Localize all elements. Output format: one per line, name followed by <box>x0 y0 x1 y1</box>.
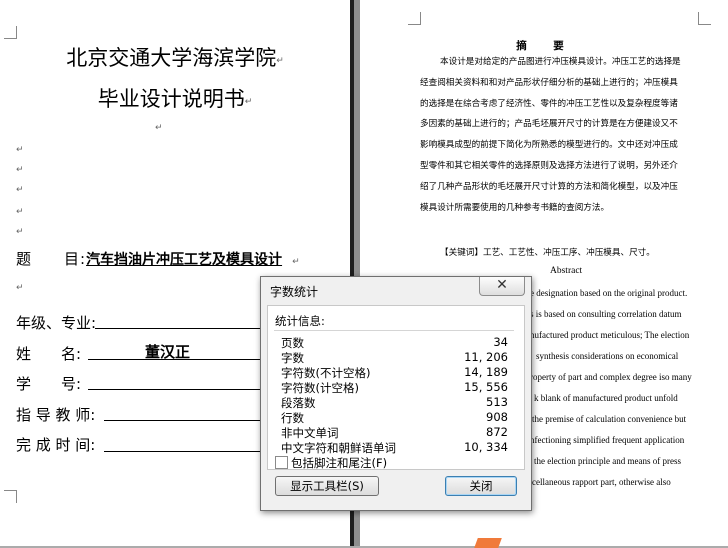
abstract-line: 的选择是在综合考虑了经济性、零件的冲压工艺性以及复杂程度等诸 <box>420 98 678 109</box>
paragraph-mark: ↵ <box>16 207 24 217</box>
statistics-panel: 统计信息: 页数 34 字数 11, 206 字符数(不计空格) 14, 189… <box>267 305 525 470</box>
crop-mark <box>698 12 711 25</box>
completion-underline[interactable] <box>104 451 265 452</box>
abstract-line: 经查阅相关资料和和对产品形状仔细分析的基础上进行的；冲压模具 <box>420 77 678 88</box>
include-footnotes-checkbox[interactable] <box>275 456 288 469</box>
stat-value-non-chinese-words: 872 <box>486 425 508 439</box>
english-line: roperty of part and complex degree iso m… <box>530 372 692 382</box>
paragraph-mark: ↵ <box>16 283 24 293</box>
abstract-line: 模具设计所需要使用的几种参考书籍的查阅方法。 <box>420 202 610 213</box>
statistics-section-label: 统计信息: <box>275 314 325 328</box>
name-underline <box>88 359 265 360</box>
word-count-dialog[interactable]: 字数统计 ✕ 统计信息: 页数 34 字数 11, 206 字符数(不计空格) … <box>260 276 532 511</box>
include-footnotes-label[interactable]: 包括脚注和尾注(F) <box>291 455 387 471</box>
english-line: e designation based on the original prod… <box>530 288 688 298</box>
english-abstract-heading: Abstract <box>550 266 583 276</box>
paragraph-mark: ↵ <box>16 165 24 175</box>
advisor-underline[interactable] <box>104 420 265 421</box>
topic-label: 题 目: <box>16 250 87 268</box>
english-line: the election principle and means of pres… <box>534 456 681 466</box>
stat-label-pages: 页数 <box>281 336 304 350</box>
abstract-line: 绍了几种产品形状的毛坯展开尺寸计算的方法和简化模型，以及冲压 <box>420 181 678 192</box>
paragraph-mark: ↵ <box>16 145 24 155</box>
stat-label-chars-with-spaces: 字符数(计空格) <box>281 381 359 395</box>
stat-value-words: 11, 206 <box>464 350 508 364</box>
name-label: 姓 名: <box>16 345 82 363</box>
english-line: synthesis considerations on economical <box>536 351 679 361</box>
taskbar-item <box>474 538 502 548</box>
dialog-close-icon[interactable]: ✕ <box>479 277 525 296</box>
title-line-1: 北京交通大学海滨学院↵ <box>66 46 284 70</box>
crop-mark <box>408 12 421 25</box>
stat-value-cjk-chars: 10, 334 <box>464 440 508 454</box>
paragraph-mark: ↵ <box>16 185 24 195</box>
abstract-line: 本设计是对给定的产品图进行冲压模具设计。冲压工艺的选择是 <box>440 57 681 67</box>
english-line: nufactured product meticulous; The elect… <box>530 330 690 340</box>
stat-label-paragraphs: 段落数 <box>281 396 316 410</box>
english-line: the premise of calculation convenience b… <box>532 414 687 424</box>
english-line: s is based on consulting correlation dat… <box>530 309 682 319</box>
stat-value-chars-with-spaces: 15, 556 <box>464 380 508 394</box>
paragraph-mark: ↵ <box>16 227 24 237</box>
english-line: k blank of manufactured product unfold <box>534 393 678 403</box>
paragraph-mark: ↵ <box>155 123 163 133</box>
english-line: nfectioning simplified frequent applicat… <box>530 435 685 445</box>
close-button[interactable]: 关闭 <box>445 476 517 496</box>
topic-value[interactable]: 汽车挡油片冲压工艺及模具设计 <box>86 252 282 268</box>
stat-label-chars-no-spaces: 字符数(不计空格) <box>281 366 371 380</box>
dialog-title: 字数统计 <box>270 285 319 299</box>
english-line: cellaneous rapport part, otherwise also <box>532 477 671 487</box>
section-divider <box>274 330 514 331</box>
advisor-label: 指 导 教 师: <box>16 406 96 424</box>
abstract-line: 多因素的基础上进行的；产品毛坯展开尺寸的计算是在方便建设又不 <box>420 119 678 130</box>
student-id-label: 学 号: <box>16 375 82 393</box>
abstract-body: 本设计是对给定的产品图进行冲压模具设计。冲压工艺的选择是 经查阅相关资料和和对产… <box>420 52 700 218</box>
topic-row: 题 目:汽车挡油片冲压工艺及模具设计 ↵ <box>16 250 300 268</box>
stat-label-lines: 行数 <box>281 411 304 425</box>
crop-mark <box>4 26 17 39</box>
crop-mark <box>4 490 17 503</box>
stat-value-lines: 908 <box>486 410 508 424</box>
abstract-heading: 摘 要 <box>516 40 572 52</box>
student-id-underline[interactable] <box>88 389 265 390</box>
completion-label: 完 成 时 间: <box>16 436 96 454</box>
keywords: 【关键词】工艺、工艺性、冲压工序、冲压模具、尺寸。 <box>440 248 655 258</box>
abstract-line: 型零件和其它相关零件的选择原则及选择方法进行了说明，另外还介 <box>420 160 678 171</box>
abstract-line: 影响模具成型的前提下简化为所熟悉的模型进行的。文中还对冲压成 <box>420 140 678 151</box>
show-toolbar-button[interactable]: 显示工具栏(S) <box>275 476 379 496</box>
stat-label-words: 字数 <box>281 351 304 365</box>
stat-value-chars-no-spaces: 14, 189 <box>464 365 508 379</box>
title-line-2: 毕业设计说明书↵ <box>97 87 253 111</box>
stat-value-pages: 34 <box>493 335 508 349</box>
stat-value-paragraphs: 513 <box>486 395 508 409</box>
stat-label-non-chinese-words: 非中文单词 <box>281 426 339 440</box>
grade-label: 年级、专业: <box>16 314 97 332</box>
stat-label-cjk-chars: 中文字符和朝鲜语单词 <box>281 441 396 455</box>
grade-underline[interactable] <box>95 328 265 329</box>
